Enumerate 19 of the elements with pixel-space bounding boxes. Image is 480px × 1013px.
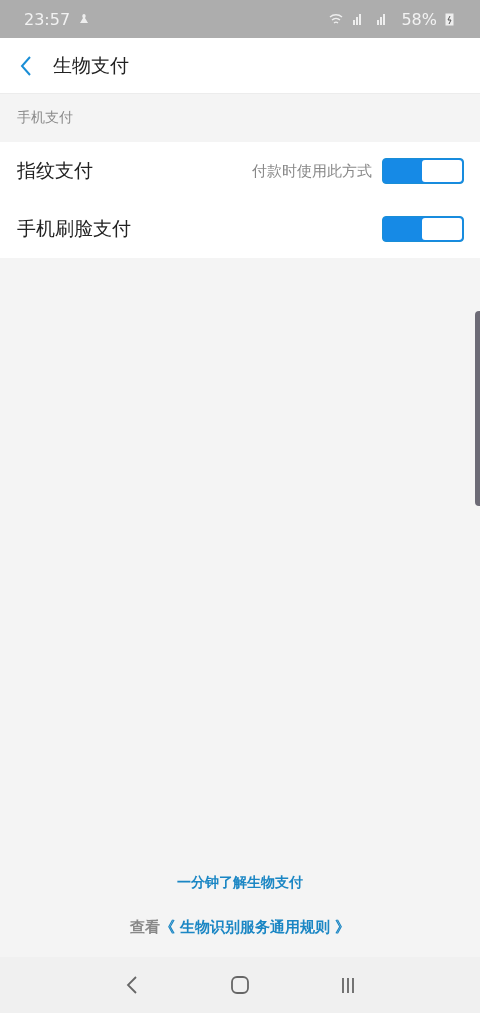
rules-prefix: 查看 <box>129 918 160 937</box>
edge-panel-handle[interactable] <box>475 311 480 506</box>
page-title: 生物支付 <box>53 52 129 78</box>
rules-link[interactable]: 《 生物识别服务通用规则 》 <box>159 918 351 937</box>
section-header: 手机支付 <box>16 108 74 127</box>
intro-link[interactable]: 一分钟了解生物支付 <box>177 874 303 892</box>
battery-level: 58% <box>401 9 437 29</box>
setting-hint: 付款时使用此方式 <box>252 161 372 181</box>
home-icon[interactable] <box>230 975 250 995</box>
notification-icon <box>78 12 91 26</box>
recent-apps-icon[interactable] <box>340 975 355 995</box>
toggle-switch[interactable] <box>382 216 464 242</box>
battery-icon <box>445 12 454 26</box>
setting-label: 指纹支付 <box>17 158 93 183</box>
setting-label: 手机刷脸支付 <box>17 216 131 241</box>
toggle-switch[interactable] <box>382 158 464 184</box>
back-icon[interactable] <box>125 974 140 996</box>
clock: 23:57 <box>24 9 71 29</box>
back-icon[interactable] <box>19 54 33 77</box>
